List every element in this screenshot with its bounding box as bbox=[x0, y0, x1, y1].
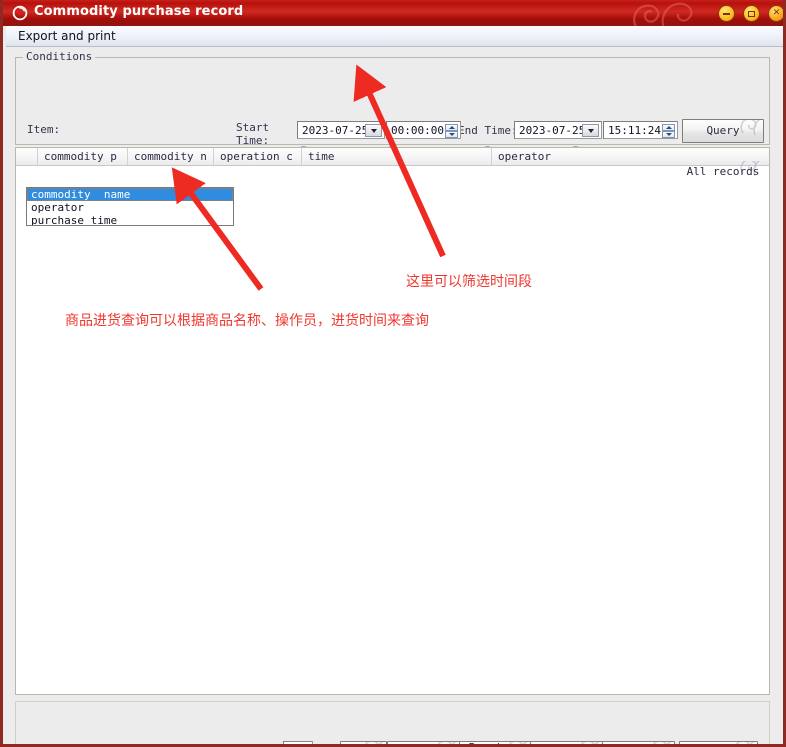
start-date-picker[interactable]: 2023-07-25 bbox=[297, 121, 385, 139]
previous-page-button-label: Previous page bbox=[469, 742, 522, 744]
menu-bar: Export and print bbox=[6, 26, 783, 47]
item-label: Item: bbox=[27, 123, 61, 136]
results-table: commodity p commodity n operation c time… bbox=[15, 147, 770, 695]
end-date-value: 2023-07-25 bbox=[519, 123, 586, 137]
dropdown-option-purchase-time[interactable]: purchase time bbox=[27, 214, 233, 225]
titlebar-swirl-decoration bbox=[633, 2, 693, 26]
window-title: Commodity purchase record bbox=[34, 4, 244, 19]
start-time-label: Start Time: bbox=[236, 121, 270, 147]
annotation-time-filter-text: 这里可以筛选时间段 bbox=[406, 274, 532, 290]
close-button[interactable]: ✕ bbox=[768, 5, 783, 22]
table-column-header-operation-code[interactable]: operation c bbox=[214, 148, 302, 165]
jump-page-input[interactable] bbox=[283, 741, 313, 744]
title-bar: Commodity purchase record ✕ bbox=[3, 0, 783, 26]
jump-button[interactable]: jump bbox=[340, 741, 387, 744]
table-column-header-rownum[interactable] bbox=[16, 148, 38, 165]
query-button-label: Query bbox=[706, 124, 740, 137]
menu-item-export-and-print[interactable]: Export and print bbox=[15, 28, 119, 44]
calendar-dropdown-icon[interactable] bbox=[582, 124, 599, 137]
maximize-button[interactable] bbox=[743, 5, 760, 22]
app-circle-icon bbox=[12, 5, 28, 21]
conditions-legend: Conditions bbox=[23, 50, 96, 63]
table-header-row: commodity p commodity n operation c time… bbox=[16, 148, 769, 166]
dropdown-option-operator[interactable]: operator bbox=[27, 201, 233, 214]
previous-page-button[interactable]: Previous page bbox=[459, 741, 531, 744]
end-time-label: End Time: bbox=[458, 124, 518, 137]
table-column-header-commodity-purchase[interactable]: commodity p bbox=[38, 148, 128, 165]
annotation-item-filter-text: 商品进货查询可以根据商品名称、操作员，进货时间来查询 bbox=[65, 313, 429, 329]
application-window: Commodity purchase record ✕ Export and p… bbox=[0, 0, 786, 747]
return-button[interactable]: Return bbox=[679, 741, 758, 744]
button-swirl-ornament bbox=[740, 120, 762, 136]
table-column-header-time[interactable]: time bbox=[302, 148, 492, 165]
next-page-button[interactable]: Next page bbox=[530, 741, 603, 744]
button-swirl-ornament bbox=[437, 742, 458, 744]
minimize-button[interactable] bbox=[718, 5, 735, 22]
end-time-value: 15:11:24 bbox=[608, 123, 661, 137]
start-date-value: 2023-07-25 bbox=[302, 123, 369, 137]
spinner-up-down-icon[interactable] bbox=[662, 124, 675, 138]
end-time-spinner[interactable]: 15:11:24 bbox=[603, 121, 678, 139]
query-button[interactable]: Query bbox=[682, 119, 764, 143]
table-body[interactable] bbox=[16, 166, 769, 694]
dropdown-option-commodity-name[interactable]: commodity name bbox=[27, 188, 233, 201]
client-area: Conditions Item: Start Time: End Time: Co… bbox=[6, 47, 783, 744]
start-time-value: 00:00:00 bbox=[391, 123, 444, 137]
table-column-header-operator[interactable]: operator bbox=[492, 148, 769, 165]
spinner-up-down-icon[interactable] bbox=[445, 124, 458, 138]
all-records-button-label: All records bbox=[686, 165, 760, 178]
button-swirl-ornament bbox=[652, 742, 673, 744]
start-time-spinner[interactable]: 00:00:00 bbox=[386, 121, 461, 139]
button-swirl-ornament bbox=[735, 742, 756, 744]
home-button[interactable]: Home bbox=[387, 741, 460, 744]
button-swirl-ornament bbox=[580, 742, 601, 744]
end-date-picker[interactable]: 2023-07-25 bbox=[514, 121, 602, 139]
button-swirl-ornament bbox=[364, 742, 385, 744]
last-page-button[interactable]: Last page bbox=[602, 741, 675, 744]
item-combobox-dropdown-list[interactable]: commodity name operator purchase time bbox=[26, 187, 234, 226]
calendar-dropdown-icon[interactable] bbox=[365, 124, 382, 137]
table-column-header-commodity-name[interactable]: commodity n bbox=[128, 148, 214, 165]
